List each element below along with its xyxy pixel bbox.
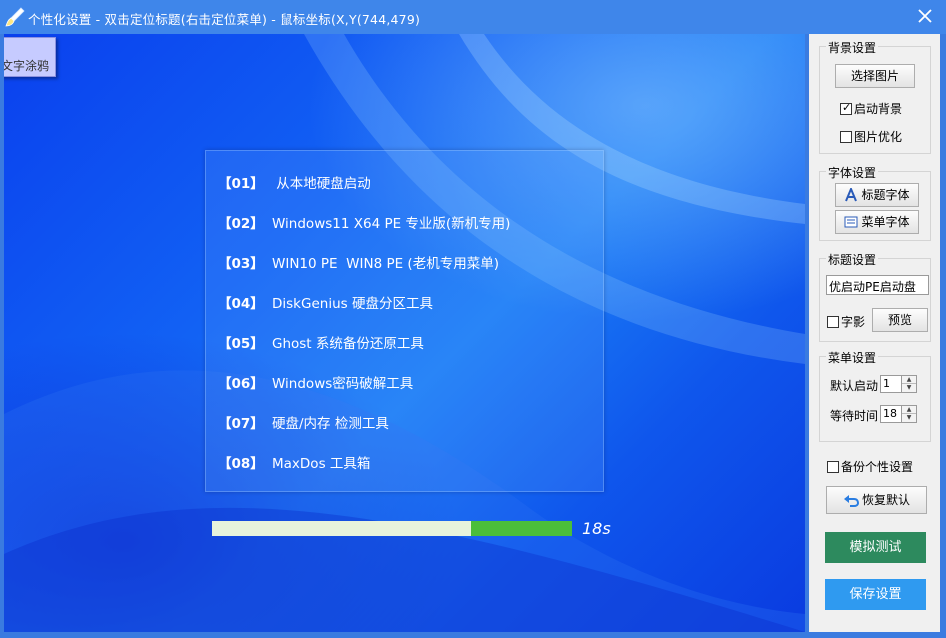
- menu-item[interactable]: 【08】 MaxDos 工具箱: [218, 452, 370, 472]
- checkbox-box[interactable]: [827, 461, 839, 473]
- save-settings-button[interactable]: 保存设置: [825, 579, 926, 610]
- group-title: 字体设置: [826, 164, 879, 181]
- simulate-test-button[interactable]: 模拟测试: [825, 532, 926, 563]
- boot-menu-list: 【01】 从本地硬盘启动 【02】 Windows11 X64 PE 专业版(新机…: [205, 150, 604, 492]
- countdown-timer: 18s: [582, 519, 611, 538]
- enable-background-checkbox[interactable]: 启动背景: [840, 100, 902, 117]
- spinner-buttons[interactable]: ▲ ▼: [901, 405, 917, 423]
- choose-image-button[interactable]: 选择图片: [835, 64, 915, 88]
- title-font-button[interactable]: 标题字体: [835, 183, 919, 207]
- spinner-buttons[interactable]: ▲ ▼: [901, 375, 917, 393]
- default-boot-spinner[interactable]: 1 ▲ ▼: [880, 375, 918, 393]
- title-bar[interactable]: 个性化设置 - 双击定位标题(右击定位菜单) - 鼠标坐标(X,Y(744,47…: [0, 0, 946, 34]
- close-icon[interactable]: [916, 7, 934, 25]
- menu-item[interactable]: 【06】 Windows密码破解工具: [218, 372, 413, 392]
- window-title: 个性化设置 - 双击定位标题(右击定位菜单) - 鼠标坐标(X,Y(744,47…: [28, 12, 421, 27]
- menu-item[interactable]: 【01】 从本地硬盘启动: [218, 172, 371, 192]
- spinner-value[interactable]: 1: [880, 375, 902, 393]
- menu-font-button[interactable]: 菜单字体: [835, 210, 919, 234]
- brush-icon: [5, 7, 25, 27]
- wait-time-label: 等待时间: [830, 409, 879, 423]
- spinner-value[interactable]: 18: [880, 405, 902, 423]
- menu-item[interactable]: 【02】 Windows11 X64 PE 专业版(新机专用): [218, 212, 510, 232]
- group-title: 标题设置: [826, 251, 879, 268]
- spinner-up-icon[interactable]: ▲: [902, 376, 916, 384]
- spinner-up-icon[interactable]: ▲: [902, 406, 916, 414]
- image-optimize-checkbox[interactable]: 图片优化: [840, 128, 902, 145]
- undo-arrow-icon: [843, 495, 859, 507]
- spinner-down-icon[interactable]: ▼: [902, 384, 916, 392]
- restore-default-button[interactable]: 恢复默认: [826, 486, 927, 514]
- title-settings-group: 标题设置 优启动PE启动盘 字影 预览: [819, 251, 931, 342]
- checkbox-box[interactable]: [840, 101, 852, 115]
- checkbox-box[interactable]: [827, 316, 839, 328]
- countdown-progress-bar: [212, 521, 572, 536]
- menu-settings-group: 菜单设置 默认启动 1 ▲ ▼ 等待时间 18 ▲ ▼: [819, 349, 931, 442]
- text-doodle-tab[interactable]: 文字涂鸦: [4, 37, 56, 77]
- countdown-progress-fill: [471, 521, 572, 536]
- menu-list-icon: [844, 216, 858, 228]
- font-settings-group: 字体设置 标题字体 菜单字体: [819, 164, 931, 241]
- menu-item[interactable]: 【04】 DiskGenius 硬盘分区工具: [218, 292, 433, 312]
- group-title: 菜单设置: [826, 349, 879, 366]
- checkbox-box[interactable]: [840, 131, 852, 143]
- font-a-icon: [845, 188, 858, 202]
- menu-item[interactable]: 【03】 WIN10 PE WIN8 PE (老机专用菜单): [218, 252, 499, 272]
- menu-item[interactable]: 【07】 硬盘/内存 检测工具: [218, 412, 389, 432]
- background-settings-group: 背景设置 选择图片 启动背景 图片优化: [819, 39, 931, 154]
- default-boot-label: 默认启动: [830, 379, 879, 393]
- settings-panel: 背景设置 选择图片 启动背景 图片优化 字体设置 标题字体 菜单字体 标题设置 …: [809, 34, 940, 632]
- spinner-down-icon[interactable]: ▼: [902, 414, 916, 422]
- menu-item[interactable]: 【05】 Ghost 系统备份还原工具: [218, 332, 424, 352]
- text-shadow-checkbox[interactable]: 字影: [827, 313, 865, 330]
- title-text-input[interactable]: 优启动PE启动盘: [826, 275, 929, 295]
- boot-menu-preview[interactable]: 文字涂鸦 【01】 从本地硬盘启动 【02】 Windows11 X64 PE 专…: [4, 34, 805, 632]
- group-title: 背景设置: [826, 39, 879, 56]
- preview-button[interactable]: 预览: [872, 308, 928, 332]
- backup-settings-checkbox[interactable]: 备份个性设置: [827, 458, 913, 475]
- wait-time-spinner[interactable]: 18 ▲ ▼: [880, 405, 918, 423]
